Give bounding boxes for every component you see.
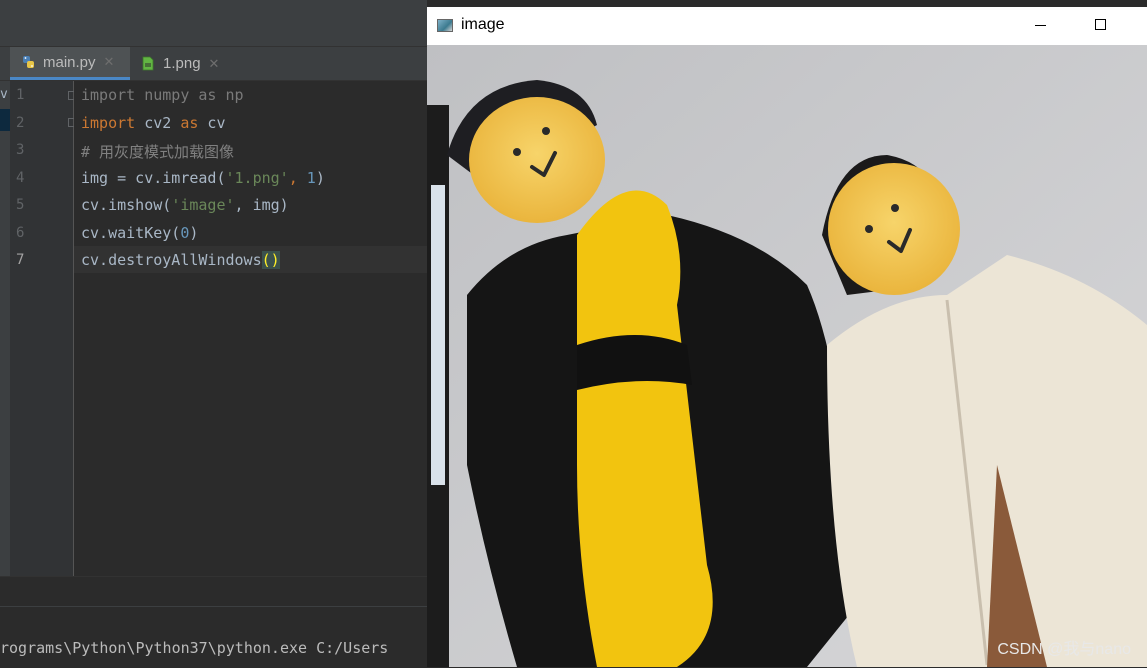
python-file-icon (22, 55, 35, 70)
line-number: 2 (16, 115, 25, 131)
line-number-current: 7 (16, 252, 25, 268)
matched-parens: () (261, 251, 280, 269)
line-number-gutter: 1 2 3 4 5 6 7 (10, 81, 76, 576)
minimize-icon (1035, 25, 1046, 26)
image-window: image CSDN @我与nano (427, 7, 1147, 667)
window-title: image (461, 16, 505, 33)
title-bar[interactable]: image (427, 7, 1147, 45)
line-number: 6 (16, 225, 25, 241)
strip-selection (0, 109, 10, 131)
tab-main-py[interactable]: main.py ✕ (10, 47, 130, 80)
watermark: CSDN @我与nano (997, 641, 1131, 658)
run-panel (0, 606, 427, 668)
editor-tab-bar: main.py ✕ 1.png ✕ (0, 47, 427, 81)
strip-char: v (0, 87, 8, 102)
close-icon[interactable]: ✕ (209, 56, 220, 72)
code-line-3: # 用灰度模式加载图像 (81, 143, 235, 161)
tab-label: main.py (43, 53, 96, 71)
code-line-4: img = cv.imread('1.png', 1) (81, 169, 325, 187)
code-line-6: cv.waitKey(0) (81, 224, 199, 242)
code-line-1: import numpy as np (81, 86, 244, 104)
line-number: 5 (16, 197, 25, 213)
project-strip[interactable]: v (0, 81, 10, 601)
line-number: 1 (16, 87, 25, 103)
ide-window: main.py ✕ 1.png ✕ v 1 2 3 4 5 6 7 import… (0, 0, 427, 668)
line-number: 4 (16, 170, 25, 186)
displayed-image: CSDN @我与nano (427, 45, 1147, 667)
code-line-5: cv.imshow('image', img) (81, 196, 289, 214)
window-app-icon (437, 19, 453, 32)
maximize-button[interactable] (1077, 7, 1123, 45)
editor-horizontal-area (0, 576, 427, 607)
image-file-icon (142, 56, 155, 71)
code-line-2: import cv2 as cv (81, 114, 226, 132)
line-number: 3 (16, 142, 25, 158)
photo-illustration (427, 45, 1147, 667)
menu-bar (0, 0, 427, 10)
code-editor[interactable]: import numpy as np import cv2 as cv # 用灰… (74, 81, 427, 576)
tab-label: 1.png (163, 55, 201, 72)
maximize-icon (1095, 19, 1106, 30)
run-command-output: rograms\Python\Python37\python.exe C:/Us… (0, 639, 389, 657)
toolbar (0, 10, 427, 47)
code-line-7: cv.destroyAllWindows() (81, 251, 280, 269)
close-icon[interactable]: ✕ (104, 54, 115, 70)
minimize-button[interactable] (1017, 7, 1063, 45)
tab-1-png[interactable]: 1.png ✕ (142, 47, 242, 80)
